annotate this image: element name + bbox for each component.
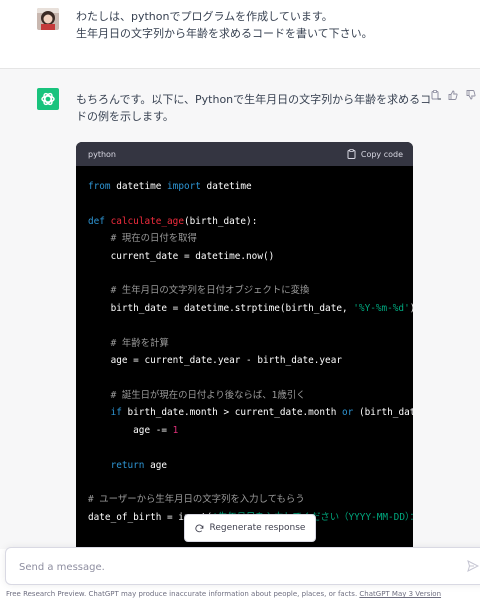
code-line: age = current_date.year - birth_date.yea…: [88, 352, 413, 369]
code-line: birth_date = datetime.strptime(birth_dat…: [88, 300, 413, 317]
refresh-icon: [194, 524, 203, 532]
code-line: def calculate_age(birth_date):: [88, 213, 413, 230]
code-token: ): [410, 303, 413, 314]
code-token: birth_date = datetime.strptime(birth_dat…: [88, 302, 354, 314]
code-token: current_date = datetime.now(): [88, 250, 275, 262]
version-link[interactable]: ChatGPT May 3 Version: [359, 590, 441, 598]
code-token: age -=: [88, 424, 173, 436]
code-token: 1: [172, 424, 179, 436]
user-message: わたしは、pythonでプログラムを作成しています。 生年月日の文字列から年齢を…: [0, 0, 480, 69]
code-token: # 年齢を計算: [110, 337, 169, 349]
code-line: # ユーザーから生年月日の文字列を入力してもらう: [88, 491, 413, 508]
code-token: def: [88, 215, 105, 227]
code-line: # 生年月日の文字列を日付オブジェクトに変換: [88, 282, 413, 299]
code-token: or: [342, 407, 354, 419]
thumbs-down-icon[interactable]: [466, 90, 476, 100]
code-content: from datetime import datetime def calcul…: [76, 166, 413, 526]
copy-code-button[interactable]: Copy code: [347, 149, 403, 159]
footer-text: Free Research Preview. ChatGPT may produ…: [6, 590, 360, 598]
copy-code-label: Copy code: [360, 149, 403, 159]
assistant-message-line-1: もちろんです。以下に、Pythonで生年月日の文字列から年齢を求めるコー: [76, 93, 443, 106]
copy-icon[interactable]: [430, 90, 440, 100]
code-token: (birth_date.month == current_date.month: [358, 407, 413, 419]
code-token: import: [167, 181, 201, 192]
regenerate-label: Regenerate response: [209, 523, 306, 533]
code-line: # 年齢を計算: [88, 335, 413, 352]
message-actions: [430, 90, 476, 100]
user-message-line-1: わたしは、pythonでプログラムを作成しています。: [76, 10, 333, 23]
code-token: age: [144, 459, 168, 471]
message-input-box: [5, 547, 480, 585]
user-message-line-2: 生年月日の文字列から年齢を求めるコードを書いて下さい。: [76, 27, 373, 40]
code-token: datetime: [200, 181, 252, 192]
regenerate-response-button[interactable]: Regenerate response: [184, 514, 316, 542]
code-token: birth_date.month > current_date.month: [121, 407, 342, 419]
code-token: # ユーザーから生年月日の文字列を入力してもらう: [88, 494, 305, 506]
code-token: datetime: [110, 181, 168, 192]
code-block: python Copy code from datetime import da…: [76, 142, 413, 547]
code-token: # 誕生日が現在の日付より後ならば、1歳引く: [110, 389, 306, 401]
send-icon[interactable]: [467, 560, 479, 572]
code-line: if birth_date.month > current_date.month…: [88, 404, 413, 421]
code-token: # 生年月日の文字列を日付オブジェクトに変換: [110, 285, 310, 297]
thumbs-up-icon[interactable]: [448, 90, 458, 100]
code-line: return age: [88, 457, 413, 474]
code-line: # 誕生日が現在の日付より後ならば、1歳引く: [88, 387, 413, 404]
user-avatar: [37, 8, 59, 30]
assistant-message-line-2: ドの例を示します。: [76, 110, 174, 123]
code-token: calculate_age: [110, 215, 184, 227]
code-token: age = current_date.year - birth_date.yea…: [88, 355, 342, 367]
code-header: python Copy code: [76, 142, 413, 166]
chatgpt-logo-icon: [37, 88, 59, 110]
code-token: return: [110, 459, 145, 471]
code-line: age -= 1: [88, 422, 413, 439]
code-token: if: [110, 407, 122, 419]
clipboard-icon: [347, 149, 356, 159]
code-token: '%Y-%m-%d': [353, 302, 410, 314]
code-line: from datetime import datetime: [88, 178, 413, 195]
code-token: # 現在の日付を取得: [110, 233, 197, 245]
message-input[interactable]: [17, 557, 461, 577]
code-language: python: [88, 149, 116, 159]
code-line: current_date = datetime.now(): [88, 248, 413, 265]
footer-disclaimer: Free Research Preview. ChatGPT may produ…: [6, 590, 441, 598]
code-token: from: [88, 181, 111, 192]
code-line: # 現在の日付を取得: [88, 230, 413, 247]
code-token: (birth_date):: [183, 215, 258, 227]
